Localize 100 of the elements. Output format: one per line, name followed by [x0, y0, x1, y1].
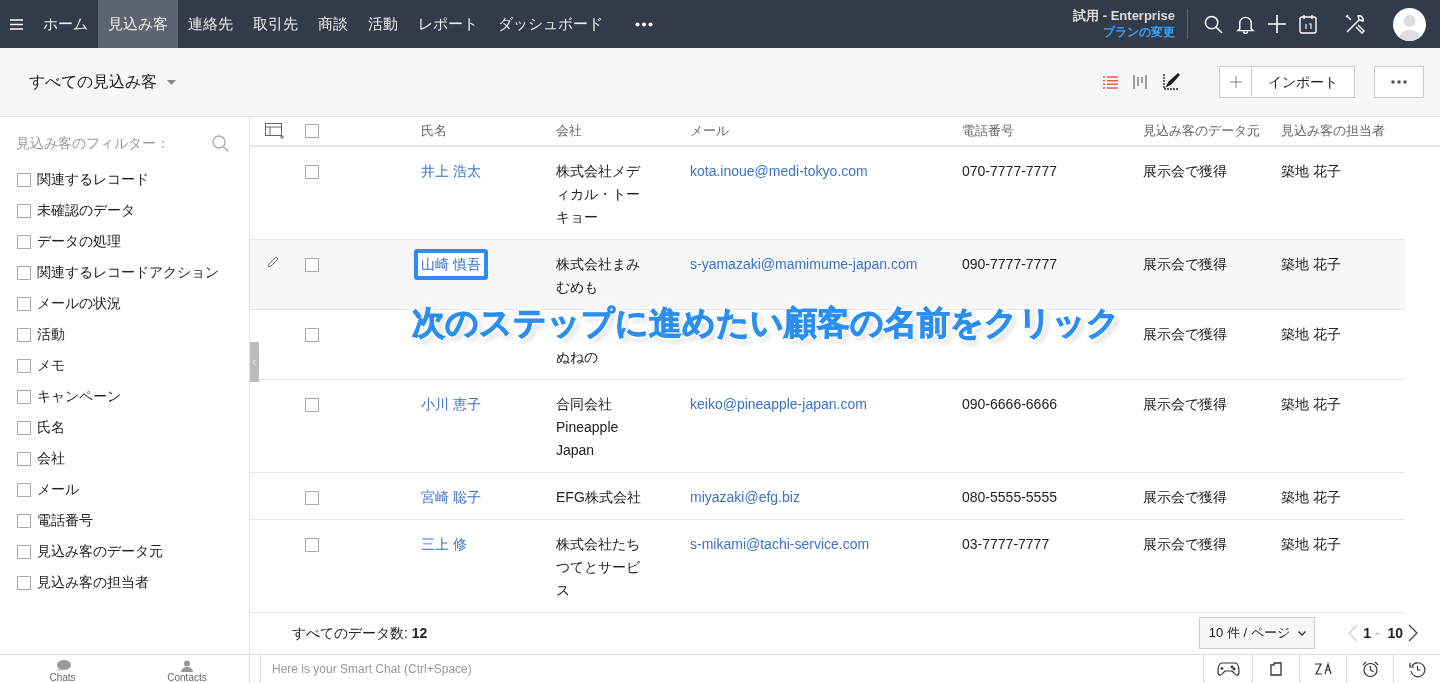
- column-header[interactable]: 会社: [556, 123, 582, 139]
- smart-chat-field[interactable]: Here is your Smart Chat (Ctrl+Space): [260, 655, 1203, 683]
- menu-icon[interactable]: [10, 18, 23, 30]
- plus-icon: [1229, 76, 1242, 88]
- filter-checkbox[interactable]: [17, 482, 31, 497]
- filter-checkbox[interactable]: [17, 327, 31, 342]
- table-cell-text: 築地 花子: [1281, 162, 1341, 182]
- table-cell-text: 展示会で獲得: [1143, 488, 1227, 508]
- nav-tab[interactable]: 活動: [358, 0, 408, 48]
- filter-title: 見込み客のフィルター：: [16, 134, 170, 153]
- previous-page-icon[interactable]: [1348, 624, 1359, 643]
- table-cell-text: 090-6666-6666: [962, 395, 1057, 415]
- filter-label: 未確認のデータ: [37, 201, 135, 220]
- nav-tab[interactable]: ダッシュボード: [488, 0, 613, 48]
- collapse-handle[interactable]: [250, 342, 259, 382]
- filter-label: 関連するレコード: [37, 170, 149, 189]
- table-cell-text: 合同会社Pineapple Japan: [556, 395, 620, 461]
- table-cell-text: 展示会で獲得: [1143, 535, 1227, 555]
- plus-icon[interactable]: [1268, 15, 1286, 33]
- row-checkbox[interactable]: [305, 491, 319, 506]
- table-cell-text: 展示会で獲得: [1143, 395, 1227, 415]
- lead-name-link[interactable]: 宮崎 聡子: [421, 486, 481, 510]
- column-header[interactable]: 見込み客のデータ元: [1143, 123, 1260, 139]
- filter-label: 見込み客のデータ元: [37, 542, 163, 561]
- row-checkbox[interactable]: [305, 165, 319, 180]
- person-icon: [181, 660, 193, 672]
- more-button[interactable]: [1374, 66, 1424, 98]
- filter-label: メモ: [37, 356, 65, 375]
- table-cell-text: 築地 花子: [1281, 255, 1341, 275]
- email-link[interactable]: miyazaki@efg.biz: [690, 486, 800, 510]
- lead-name-link[interactable]: 小川 恵子: [421, 393, 481, 417]
- filter-label: メール: [37, 480, 79, 499]
- nav-tab[interactable]: 見込み客: [98, 0, 178, 48]
- select-all-checkbox[interactable]: [305, 124, 319, 139]
- email-link[interactable]: keiko@pineapple-japan.com: [690, 393, 867, 417]
- column-header[interactable]: メール: [690, 123, 729, 139]
- filter-label: 電話番号: [37, 511, 93, 530]
- nav-tab[interactable]: 連絡先: [178, 0, 243, 48]
- list-view-icon[interactable]: [1103, 75, 1118, 89]
- view-dropdown[interactable]: すべての見込み客: [29, 70, 176, 94]
- tools-icon[interactable]: [1344, 13, 1366, 35]
- filter-checkbox[interactable]: [17, 358, 31, 373]
- nav-tab[interactable]: レポート: [408, 0, 488, 48]
- more-icon: [1391, 80, 1407, 84]
- table-cell-text: 築地 花子: [1281, 325, 1341, 345]
- lead-name-link[interactable]: 井上 浩太: [421, 160, 481, 184]
- column-header[interactable]: 氏名: [421, 123, 447, 139]
- change-plan-link[interactable]: プランの変更: [1103, 24, 1175, 40]
- filter-label: 活動: [37, 325, 65, 344]
- column-header[interactable]: 電話番号: [962, 123, 1014, 139]
- calendar-icon[interactable]: [1299, 14, 1317, 34]
- email-link[interactable]: kota.inoue@medi-tokyo.com: [690, 160, 868, 184]
- chevron-down-icon: [1297, 630, 1306, 636]
- filter-checkbox[interactable]: [17, 296, 31, 311]
- table-cell-text: 株式会社メディカル・トーキョー: [556, 162, 642, 228]
- filter-checkbox[interactable]: [17, 172, 31, 187]
- table-cell-text: ぬねの: [556, 348, 598, 368]
- table-cell-text: 070-7777-7777: [962, 162, 1057, 182]
- column-header[interactable]: 見込み客の担当者: [1281, 123, 1385, 139]
- filter-checkbox[interactable]: [17, 203, 31, 218]
- filter-label: 関連するレコードアクション: [37, 263, 219, 282]
- column-settings-icon[interactable]: [264, 123, 285, 140]
- kanban-view-icon[interactable]: [1133, 75, 1147, 89]
- filter-checkbox[interactable]: [17, 265, 31, 280]
- email-link[interactable]: s-yamazaki@mamimume-japan.com: [690, 253, 918, 277]
- nav-tab[interactable]: 商談: [308, 0, 358, 48]
- more-icon[interactable]: [635, 21, 653, 27]
- table-cell-text: 展示会で獲得: [1143, 325, 1227, 345]
- filter-checkbox[interactable]: [17, 575, 31, 590]
- page-size-dropdown[interactable]: 10 件 / ページ: [1199, 617, 1316, 650]
- caret-icon: [167, 79, 176, 85]
- nav-tab[interactable]: 取引先: [243, 0, 308, 48]
- bell-icon[interactable]: [1236, 14, 1255, 34]
- table-cell-text: 株式会社まみむめも: [556, 255, 641, 298]
- plan-label: 試用 - Enterprise: [1073, 8, 1175, 24]
- nav-tab[interactable]: ホーム: [33, 0, 98, 48]
- table-cell-text: 080-5555-5555: [962, 488, 1057, 508]
- filter-checkbox[interactable]: [17, 420, 31, 435]
- filter-checkbox[interactable]: [17, 389, 31, 404]
- row-checkbox[interactable]: [305, 398, 319, 413]
- search-icon[interactable]: [1204, 14, 1223, 34]
- next-page-icon[interactable]: [1408, 624, 1418, 643]
- avatar[interactable]: [1393, 7, 1426, 41]
- contacts-tab[interactable]: Contacts: [125, 655, 250, 683]
- row-checkbox[interactable]: [305, 328, 319, 343]
- filter-checkbox[interactable]: [17, 451, 31, 466]
- lead-name-link[interactable]: 山崎 慎吾: [414, 249, 488, 281]
- row-checkbox[interactable]: [305, 258, 319, 273]
- edit-view-icon[interactable]: [1161, 72, 1181, 92]
- row-checkbox[interactable]: [305, 538, 319, 553]
- filter-checkbox[interactable]: [17, 544, 31, 559]
- table-cell-text: 03-7777-7777: [962, 535, 1050, 555]
- filter-checkbox[interactable]: [17, 513, 31, 528]
- pencil-icon[interactable]: [267, 255, 280, 269]
- lead-name-link[interactable]: 三上 修: [421, 533, 467, 557]
- table-cell-text: 展示会で獲得: [1143, 162, 1227, 182]
- table-cell-text: 築地 花子: [1281, 535, 1341, 555]
- filter-checkbox[interactable]: [17, 234, 31, 249]
- email-link[interactable]: s-mikami@tachi-service.com: [690, 533, 870, 557]
- chats-tab[interactable]: Chats: [0, 655, 125, 683]
